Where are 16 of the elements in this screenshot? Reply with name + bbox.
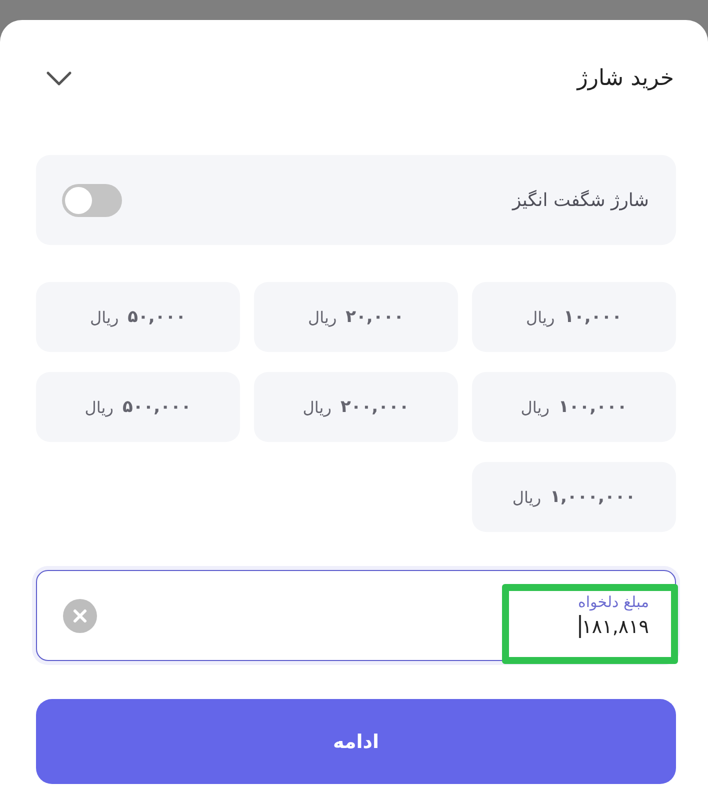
toggle-switch[interactable] [62, 184, 122, 216]
chevron-down-icon[interactable] [46, 70, 72, 86]
toggle-label: شارژ شگفت انگیز [512, 190, 649, 210]
clear-icon[interactable] [63, 598, 97, 632]
amount-option[interactable]: ۲۰,۰۰۰ ریال [254, 282, 458, 352]
text-cursor [579, 615, 581, 638]
amount-option[interactable]: ۵۰,۰۰۰ ریال [36, 282, 240, 352]
amount-option[interactable]: ۱۰,۰۰۰ ریال [472, 282, 676, 352]
field-value: ۱۸۱,۸۱۹ [582, 616, 649, 638]
amount-option[interactable]: ۱۰۰,۰۰۰ ریال [472, 372, 676, 442]
continue-button[interactable]: ادامه [36, 699, 676, 784]
amount-option[interactable]: ۱,۰۰۰,۰۰۰ ریال [472, 462, 676, 532]
amount-option[interactable]: ۲۰۰,۰۰۰ ریال [254, 372, 458, 442]
amount-option[interactable]: ۵۰۰,۰۰۰ ریال [36, 372, 240, 442]
field-label: مبلغ دلخواه [578, 593, 649, 611]
sheet-title: خرید شارژ [577, 66, 674, 90]
